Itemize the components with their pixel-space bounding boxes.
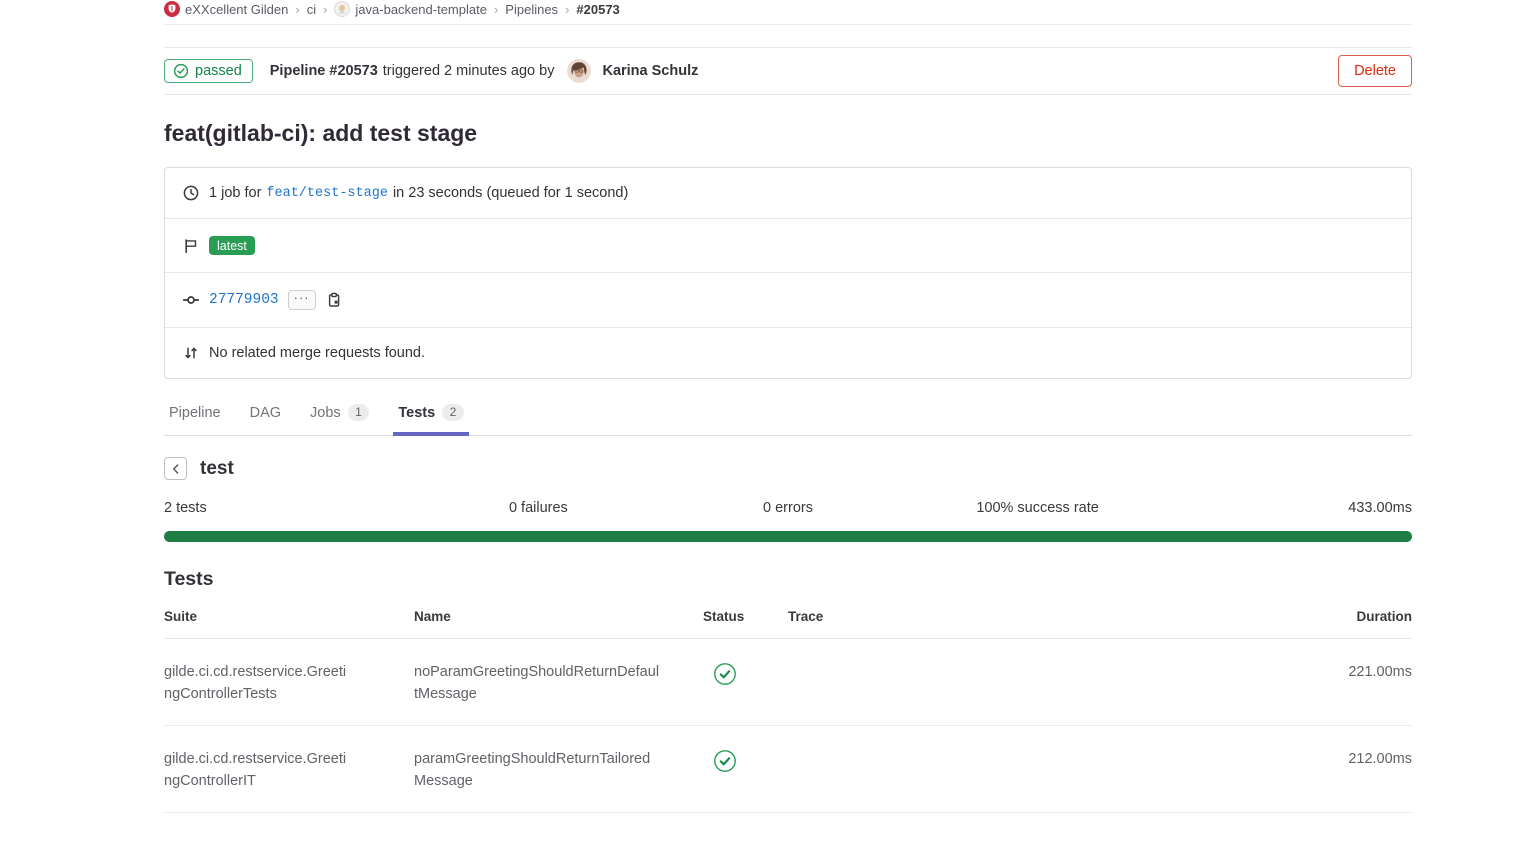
stat-failures: 0 failures bbox=[414, 500, 664, 516]
chevron-left-icon bbox=[169, 462, 183, 476]
breadcrumb-link-group[interactable]: eXXcellent Gilden bbox=[185, 2, 288, 17]
success-progress-bar bbox=[164, 531, 1412, 542]
clock-icon bbox=[183, 185, 199, 201]
delete-pipeline-button[interactable]: Delete bbox=[1338, 55, 1412, 87]
test-status-cell bbox=[703, 639, 788, 726]
breadcrumb-separator: › bbox=[295, 2, 299, 17]
project-avatar-icon bbox=[334, 1, 350, 17]
tab-jobs[interactable]: Jobs 1 bbox=[305, 396, 374, 436]
breadcrumb-link-pipelines[interactable]: Pipelines bbox=[505, 2, 558, 17]
status-badge-label: passed bbox=[195, 63, 242, 79]
test-suite-header: test bbox=[164, 457, 1412, 480]
breadcrumb-group: eXXcellent Gilden bbox=[164, 1, 288, 17]
commit-sha-link[interactable]: 27779903 bbox=[209, 292, 279, 308]
commit-icon bbox=[183, 292, 199, 308]
triggered-text: triggered 2 minutes ago by bbox=[383, 63, 555, 79]
tab-tests[interactable]: Tests 2 bbox=[393, 396, 469, 436]
status-success-icon bbox=[713, 662, 737, 686]
breadcrumb-current-pipeline: #20573 bbox=[576, 2, 619, 17]
pipeline-page: eXXcellent Gilden › ci › java-backend-te… bbox=[164, 0, 1412, 813]
branch-ref-link[interactable]: feat/test-stage bbox=[266, 186, 388, 201]
job-summary-prefix: 1 job for bbox=[209, 185, 261, 201]
column-header-name: Name bbox=[414, 596, 703, 639]
column-header-status: Status bbox=[703, 596, 788, 639]
tab-jobs-count-badge: 1 bbox=[348, 404, 370, 421]
breadcrumb-separator: › bbox=[494, 2, 498, 17]
tests-table-header-row: Suite Name Status Trace Duration bbox=[164, 596, 1412, 639]
stat-total-tests: 2 tests bbox=[164, 500, 414, 516]
group-avatar-icon bbox=[164, 1, 180, 17]
test-row: gilde.ci.cd.restservice.GreetingControll… bbox=[164, 639, 1412, 726]
test-duration-cell: 212.00ms bbox=[1302, 726, 1412, 813]
tests-section-title: Tests bbox=[164, 568, 1412, 591]
stat-duration: 433.00ms bbox=[1162, 500, 1412, 516]
test-suite-title: test bbox=[200, 458, 234, 480]
test-status-cell bbox=[703, 726, 788, 813]
breadcrumb-separator: › bbox=[565, 2, 569, 17]
tab-dag[interactable]: DAG bbox=[245, 396, 286, 436]
column-header-duration: Duration bbox=[1302, 596, 1412, 639]
pipeline-status-badge[interactable]: passed bbox=[164, 59, 253, 83]
status-success-icon bbox=[713, 749, 737, 773]
clipboard-icon bbox=[326, 292, 342, 308]
breadcrumb-link-project[interactable]: java-backend-template bbox=[355, 2, 487, 17]
flag-icon bbox=[183, 238, 199, 254]
column-header-suite: Suite bbox=[164, 596, 414, 639]
tab-label: Jobs bbox=[310, 405, 341, 421]
test-suite-cell: gilde.ci.cd.restservice.GreetingControll… bbox=[164, 639, 414, 726]
stat-errors: 0 errors bbox=[663, 500, 913, 516]
test-suite-stats: 2 tests 0 failures 0 errors 100% success… bbox=[164, 500, 1412, 516]
test-trace-cell bbox=[788, 639, 1302, 726]
test-name-cell: noParamGreetingShouldReturnDefaultMessag… bbox=[414, 639, 703, 726]
latest-badge-row: latest bbox=[165, 218, 1411, 272]
breadcrumb-link-ci[interactable]: ci bbox=[307, 2, 316, 17]
commit-title: feat(gitlab-ci): add test stage bbox=[164, 120, 1412, 147]
copy-sha-button[interactable] bbox=[326, 292, 342, 308]
test-trace-cell bbox=[788, 726, 1302, 813]
git-compare-icon bbox=[183, 345, 199, 361]
check-circle-icon bbox=[173, 63, 189, 79]
test-name-cell: paramGreetingShouldReturnTailoredMessage bbox=[414, 726, 703, 813]
user-name-link[interactable]: Karina Schulz bbox=[602, 63, 698, 79]
tab-label: DAG bbox=[250, 405, 281, 421]
tests-table: Suite Name Status Trace Duration gilde.c… bbox=[164, 596, 1412, 813]
latest-badge: latest bbox=[209, 236, 255, 255]
test-row: gilde.ci.cd.restservice.GreetingControll… bbox=[164, 726, 1412, 813]
tab-tests-count-badge: 2 bbox=[442, 404, 464, 421]
tab-label: Pipeline bbox=[169, 405, 221, 421]
pipeline-tabs: Pipeline DAG Jobs 1 Tests 2 bbox=[164, 396, 1412, 436]
back-button[interactable] bbox=[164, 457, 187, 480]
commit-row: 27779903 ··· bbox=[165, 272, 1411, 327]
test-suite-cell: gilde.ci.cd.restservice.GreetingControll… bbox=[164, 726, 414, 813]
pipeline-header: passed Pipeline #20573 triggered 2 minut… bbox=[164, 47, 1412, 95]
pipeline-info-card: 1 job for feat/test-stage in 23 seconds … bbox=[164, 167, 1412, 379]
tab-pipeline[interactable]: Pipeline bbox=[164, 396, 226, 436]
user-avatar[interactable] bbox=[567, 59, 591, 83]
tab-label: Tests bbox=[398, 405, 435, 421]
pipeline-summary: Pipeline #20573 triggered 2 minutes ago … bbox=[270, 59, 699, 83]
breadcrumb: eXXcellent Gilden › ci › java-backend-te… bbox=[164, 0, 1412, 25]
no-merge-requests-text: No related merge requests found. bbox=[209, 345, 425, 361]
expand-commit-button[interactable]: ··· bbox=[288, 290, 316, 310]
merge-request-row: No related merge requests found. bbox=[165, 327, 1411, 378]
breadcrumb-separator: › bbox=[323, 2, 327, 17]
pipeline-id: Pipeline #20573 bbox=[270, 63, 378, 79]
breadcrumb-project: java-backend-template bbox=[334, 1, 487, 17]
stat-success-rate: 100% success rate bbox=[913, 500, 1163, 516]
job-summary-row: 1 job for feat/test-stage in 23 seconds … bbox=[165, 168, 1411, 218]
job-summary-suffix: in 23 seconds (queued for 1 second) bbox=[393, 185, 628, 201]
test-duration-cell: 221.00ms bbox=[1302, 639, 1412, 726]
column-header-trace: Trace bbox=[788, 596, 1302, 639]
